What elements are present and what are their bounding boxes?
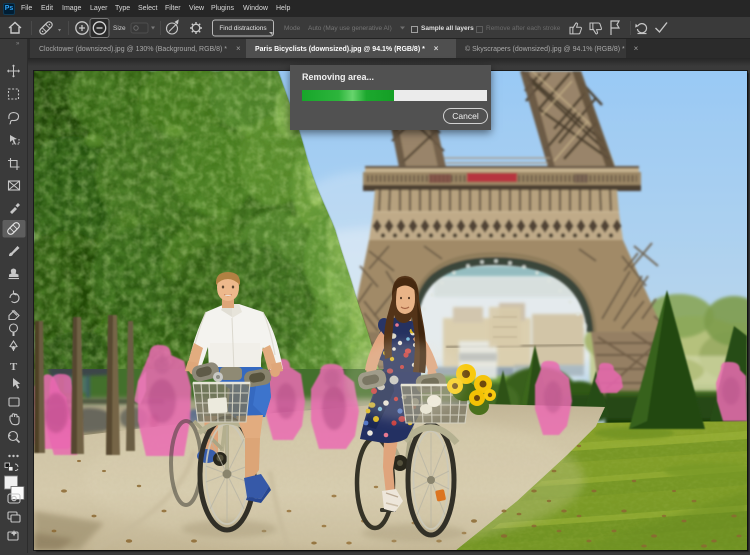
- svg-text:T: T: [10, 361, 18, 373]
- svg-text:»: »: [16, 41, 20, 47]
